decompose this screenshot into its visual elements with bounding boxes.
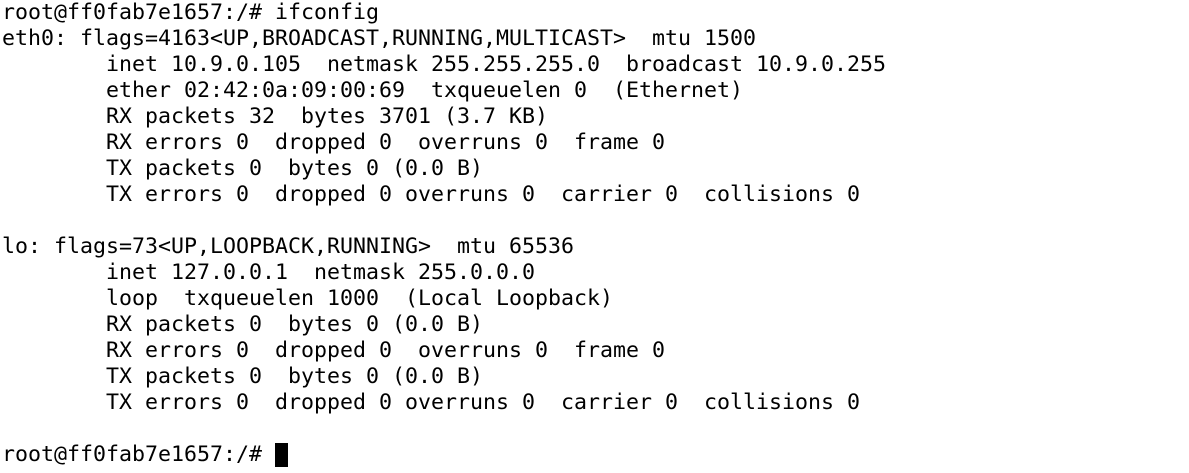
prompt: root@ff0fab7e1657:/# (2, 442, 276, 467)
output-line-lo-rx-packets: RX packets 0 bytes 0 (0.0 B) (2, 312, 484, 337)
output-line-blank (2, 208, 1189, 234)
output-line-lo-header: lo: flags=73<UP,LOOPBACK,RUNNING> mtu 65… (2, 234, 575, 259)
output-line-eth0-tx-errors: TX errors 0 dropped 0 overruns 0 carrier… (2, 182, 861, 207)
cursor (275, 443, 289, 467)
terminal-window[interactable]: root@ff0fab7e1657:/# ifconfig eth0: flag… (0, 0, 1189, 473)
command-line: root@ff0fab7e1657:/# ifconfig (2, 0, 380, 25)
output-line-lo-loop: loop txqueuelen 1000 (Local Loopback) (2, 286, 614, 311)
output-line-blank (2, 416, 1189, 442)
output-line-eth0-rx-packets: RX packets 32 bytes 3701 (3.7 KB) (2, 104, 549, 129)
output-line-lo-rx-errors: RX errors 0 dropped 0 overruns 0 frame 0 (2, 338, 666, 363)
output-line-eth0-tx-packets: TX packets 0 bytes 0 (0.0 B) (2, 156, 484, 181)
prompt-line[interactable]: root@ff0fab7e1657:/# (2, 442, 1189, 468)
output-line-lo-tx-packets: TX packets 0 bytes 0 (0.0 B) (2, 364, 484, 389)
output-line-lo-inet: inet 127.0.0.1 netmask 255.0.0.0 (2, 260, 536, 285)
output-line-eth0-ether: ether 02:42:0a:09:00:69 txqueuelen 0 (Et… (2, 78, 744, 103)
output-line-lo-tx-errors: TX errors 0 dropped 0 overruns 0 carrier… (2, 390, 861, 415)
output-line-eth0-header: eth0: flags=4163<UP,BROADCAST,RUNNING,MU… (2, 26, 757, 51)
output-line-eth0-rx-errors: RX errors 0 dropped 0 overruns 0 frame 0 (2, 130, 666, 155)
output-line-eth0-inet: inet 10.9.0.105 netmask 255.255.255.0 br… (2, 52, 887, 77)
